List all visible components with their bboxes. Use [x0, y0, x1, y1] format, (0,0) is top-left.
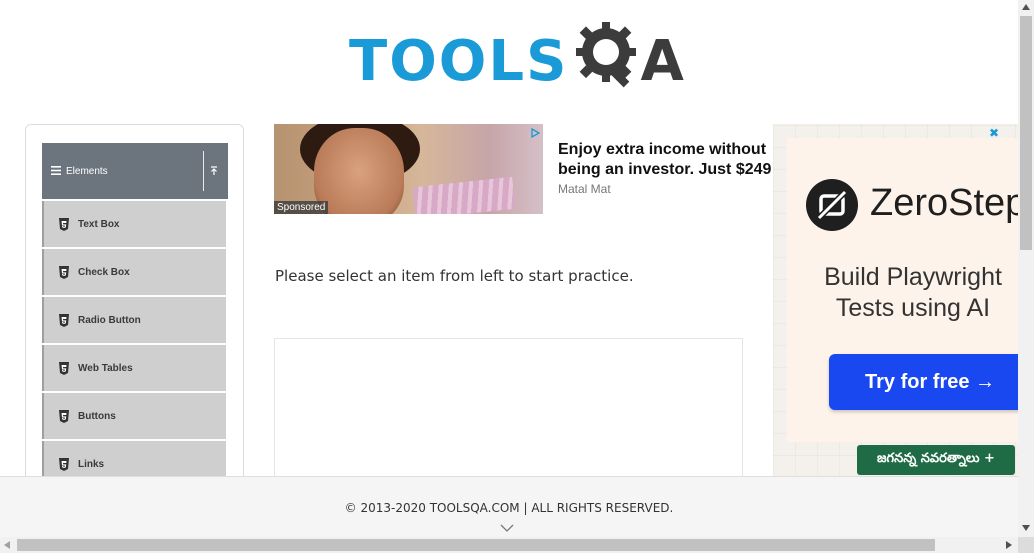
- ad-headline[interactable]: Enjoy extra income without being an inve…: [558, 140, 774, 180]
- zerostep-tagline-line1: Build Playwright: [824, 263, 1002, 291]
- ad-choices-icon[interactable]: [530, 128, 540, 138]
- telugu-badge-button[interactable]: జగనన్న నవరత్నాలు +: [857, 445, 1015, 475]
- footer-copyright: © 2013-2020 TOOLSQA.COM | ALL RIGHTS RES…: [344, 501, 674, 515]
- menu-item-web-tables[interactable]: Web Tables: [42, 345, 226, 391]
- html5-icon: [59, 361, 69, 375]
- practice-content-area: [274, 338, 743, 488]
- vertical-scroll-thumb[interactable]: [1020, 16, 1032, 250]
- header-divider: [203, 151, 204, 191]
- gear-magnifier-icon: [576, 22, 637, 88]
- ad-source[interactable]: Matal Mat: [558, 182, 611, 196]
- zerostep-brand: ZeroStep: [870, 182, 1018, 224]
- menu-item-label: Check Box: [78, 266, 130, 278]
- hamburger-icon: [51, 165, 61, 178]
- menu-item-radio-button[interactable]: Radio Button: [42, 297, 226, 343]
- menu-item-buttons[interactable]: Buttons: [42, 393, 226, 439]
- ad-close-icon[interactable]: ✖: [989, 126, 999, 140]
- menu-item-check-box[interactable]: Check Box: [42, 249, 226, 295]
- horizontal-scrollbar[interactable]: [0, 537, 1018, 553]
- ad-banner[interactable]: Sponsored Enjoy extra income without bei…: [274, 124, 774, 214]
- ad-image-banknotes: [412, 176, 516, 214]
- footer: © 2013-2020 TOOLSQA.COM | ALL RIGHTS RES…: [0, 476, 1018, 537]
- practice-instruction: Please select an item from left to start…: [275, 267, 634, 285]
- zerostep-tagline: Build Playwright Tests using AI: [813, 262, 1013, 324]
- menu-item-label: Web Tables: [78, 362, 133, 374]
- html5-icon: [59, 457, 69, 471]
- scrollbar-corner: [1018, 537, 1034, 553]
- chevron-down-icon[interactable]: [500, 523, 514, 533]
- html5-icon: [59, 265, 69, 279]
- sidebar: Elements Text Box Check Box Radio Button: [25, 124, 244, 524]
- menu-item-text-box[interactable]: Text Box: [42, 201, 226, 247]
- vertical-scrollbar[interactable]: [1018, 0, 1034, 537]
- collapse-up-icon[interactable]: [208, 165, 220, 177]
- menu-item-label: Radio Button: [78, 314, 141, 326]
- zerostep-logo-icon: [806, 179, 858, 231]
- scroll-up-icon[interactable]: [1022, 4, 1030, 10]
- elements-group-header[interactable]: Elements: [42, 143, 228, 199]
- horizontal-scroll-thumb[interactable]: [17, 539, 935, 551]
- html5-icon: [59, 217, 69, 231]
- sponsored-label: Sponsored: [274, 201, 329, 214]
- ad-image[interactable]: Sponsored: [274, 124, 543, 214]
- toolsqa-logo[interactable]: TOOLS A: [349, 14, 684, 92]
- elements-menu-list: Text Box Check Box Radio Button Web Tabl…: [42, 201, 226, 489]
- scroll-down-icon[interactable]: [1022, 525, 1030, 531]
- scroll-left-icon[interactable]: [4, 541, 10, 549]
- zerostep-tagline-line2: Tests using AI: [835, 294, 991, 322]
- html5-icon: [59, 409, 69, 423]
- html5-icon: [59, 313, 69, 327]
- elements-group-title: Elements: [66, 165, 108, 177]
- try-for-free-button[interactable]: Try for free →: [829, 354, 1018, 410]
- logo-text-tools: TOOLS: [349, 29, 569, 94]
- right-ad[interactable]: ✖ ZeroStep Build Playwright Tests using …: [773, 124, 1018, 478]
- menu-item-label: Text Box: [78, 218, 120, 230]
- menu-item-label: Links: [78, 458, 105, 470]
- page: TOOLS A Elements Text Box Check Box Radi…: [0, 0, 1034, 553]
- scroll-right-icon[interactable]: [1006, 541, 1012, 549]
- menu-item-label: Buttons: [78, 410, 116, 422]
- logo-text-qa: A: [640, 29, 684, 94]
